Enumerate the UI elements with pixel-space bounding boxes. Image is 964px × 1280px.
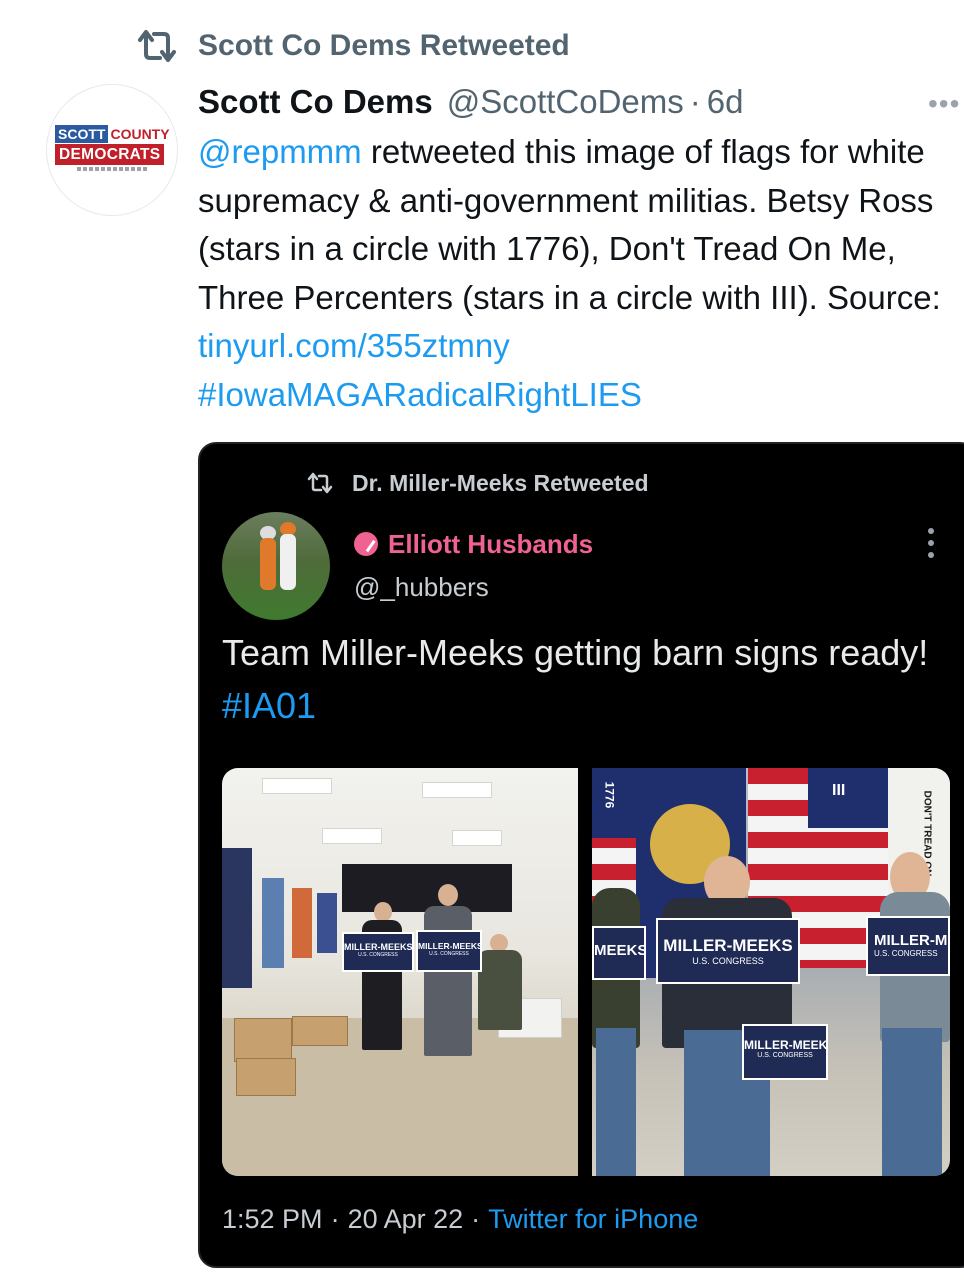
avatar-logo-democrats: DEMOCRATS — [55, 144, 165, 165]
quoted-date: 20 Apr 22 — [347, 1203, 464, 1234]
flag-canton — [808, 768, 888, 828]
cardboard-box — [292, 1016, 348, 1046]
quoted-hashtag: #IA01 — [222, 685, 317, 726]
photo-left: MILLER-MEEKS U.S. CONGRESS MILLER-MEEKS … — [222, 768, 578, 1176]
tweet-age[interactable]: 6d — [707, 83, 744, 121]
ceiling-light — [452, 830, 502, 846]
ceiling-light — [322, 828, 382, 844]
quoted-retweet-context: Dr. Miller-Meeks Retweeted — [306, 468, 649, 498]
flag-text-iii: III — [832, 782, 846, 799]
quoted-media: MILLER-MEEKS U.S. CONGRESS MILLER-MEEKS … — [222, 768, 950, 1176]
quoted-tweet-text: Team Miller-Meeks getting barn signs rea… — [222, 626, 962, 732]
sign-main-text: MILLER-MEEKS — [744, 1038, 828, 1052]
campaign-sign: MEEKS — [592, 926, 646, 980]
sign-sub-text: U.S. CONGRESS — [874, 949, 938, 958]
sign-sub-text: U.S. CONGRESS — [358, 952, 398, 958]
retweet-icon — [138, 30, 176, 62]
cardboard-box — [234, 1018, 292, 1062]
avatar-logo-subtext — [77, 167, 147, 171]
campaign-sign: MILLER-MEEKS U.S. CONGRESS — [656, 918, 800, 984]
sign-sub-text: U.S. CONGRESS — [692, 956, 764, 966]
quoted-tweet-image[interactable]: Dr. Miller-Meeks Retweeted Elliott Husba… — [198, 442, 964, 1268]
quoted-author-avatar — [222, 512, 330, 620]
sign-main-text: MILLER-MEEKS — [344, 942, 413, 952]
campaign-sign: MILLER-MEEKS U.S. CONGRESS — [742, 1024, 828, 1080]
ceiling-light — [262, 778, 332, 794]
sign-sub-text: U.S. CONGRESS — [429, 951, 469, 957]
person — [478, 950, 522, 1030]
sign-main-text: MILLER-MEEKS — [418, 941, 482, 951]
cardboard-box — [236, 1058, 296, 1096]
mention-link[interactable]: @repmmm — [198, 133, 362, 170]
author-line: Scott Co Dems @ScottCoDems · 6d — [198, 80, 744, 124]
person-head — [374, 902, 392, 922]
separator: · — [330, 1203, 340, 1234]
sign-partial-text: MILLER-M — [874, 932, 948, 949]
sign-main-text: MILLER-MEEKS — [663, 936, 793, 955]
person-head — [438, 884, 458, 906]
wall-flag — [222, 848, 252, 988]
quoted-author-name: Elliott Husbands — [388, 528, 594, 559]
wall-flag — [262, 878, 284, 968]
quoted-retweet-label: Dr. Miller-Meeks Retweeted — [352, 469, 649, 496]
retweet-icon — [307, 472, 333, 494]
verified-badge-icon — [354, 532, 378, 556]
more-options-icon[interactable]: ••• — [928, 90, 960, 118]
retweet-context[interactable]: Scott Co Dems Retweeted — [134, 26, 570, 66]
sign-sub-text: U.S. CONGRESS — [757, 1052, 813, 1059]
avatar-logo-scott: SCOTT — [55, 125, 109, 143]
wall-flag — [317, 893, 337, 953]
quoted-time: 1:52 PM — [222, 1203, 323, 1234]
source-link[interactable]: tinyurl.com/355ztmny — [198, 327, 510, 364]
person — [424, 906, 472, 1056]
separator: · — [689, 83, 701, 120]
campaign-sign: MILLER-M U.S. CONGRESS — [866, 916, 950, 976]
avatar-logo-line1: SCOTT COUNTY — [55, 125, 172, 143]
quoted-author-line: Elliott Husbands — [354, 528, 593, 560]
campaign-sign: MILLER-MEEKS U.S. CONGRESS — [342, 932, 414, 972]
sign-partial-text: MEEKS — [594, 942, 646, 959]
flag-text-1776: 1776 — [602, 781, 617, 809]
person-jeans — [882, 1028, 942, 1176]
ceiling-light — [422, 782, 492, 798]
hashtag-link[interactable]: #IowaMAGARadicalRightLIES — [198, 376, 642, 413]
wall-flag — [292, 888, 312, 958]
quoted-footer: 1:52 PM · 20 Apr 22 · Twitter for iPhone — [222, 1202, 698, 1236]
avatar-figure — [260, 538, 276, 590]
retweet-context-label: Scott Co Dems Retweeted — [198, 29, 570, 62]
quoted-body-text: Team Miller-Meeks getting barn signs rea… — [222, 632, 929, 673]
quoted-author-handle: @_hubbers — [354, 572, 489, 602]
quoted-more-icon — [928, 528, 936, 558]
author-handle[interactable]: @ScottCoDems — [447, 83, 684, 121]
person-jeans — [596, 1028, 636, 1176]
author-avatar[interactable]: SCOTT COUNTY DEMOCRATS — [46, 84, 178, 216]
tweet-text: @repmmm retweeted this image of flags fo… — [198, 128, 964, 419]
separator: · — [471, 1203, 481, 1234]
photo-right: 1776 III DON'T TREAD ON MILLER-MEEKS U.S… — [592, 768, 950, 1176]
avatar-figure — [280, 534, 296, 590]
avatar-logo-county: COUNTY — [110, 126, 170, 142]
campaign-sign: MILLER-MEEKS U.S. CONGRESS — [416, 930, 482, 972]
stage — [342, 864, 512, 912]
quoted-source: Twitter for iPhone — [488, 1203, 699, 1234]
author-display-name[interactable]: Scott Co Dems — [198, 83, 433, 121]
